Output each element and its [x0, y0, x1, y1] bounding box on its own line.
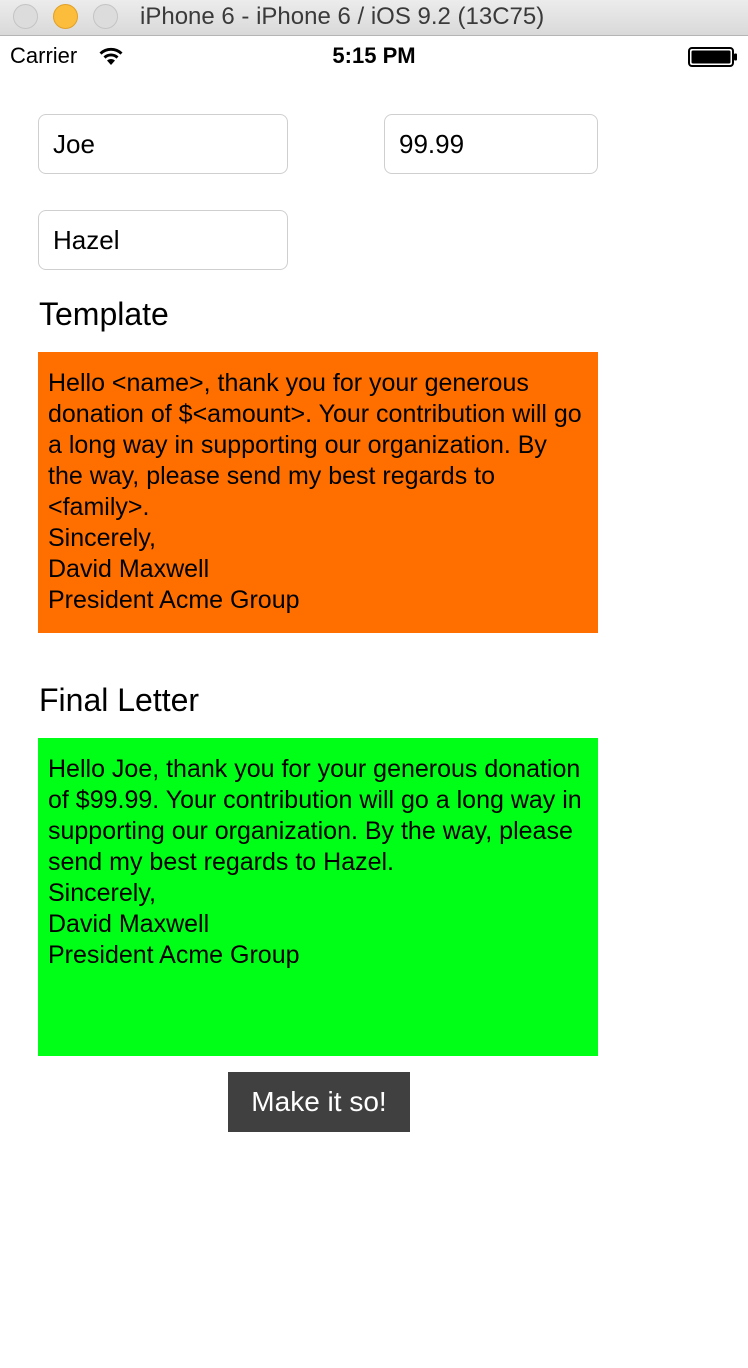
status-bar: Carrier 5:15 PM — [0, 36, 748, 76]
window-title: iPhone 6 - iPhone 6 / iOS 9.2 (13C75) — [140, 3, 545, 30]
make-it-so-button[interactable]: Make it so! — [228, 1072, 410, 1132]
template-heading: Template — [39, 296, 169, 332]
simulator-title-bar: iPhone 6 - iPhone 6 / iOS 9.2 (13C75) — [0, 0, 748, 36]
status-time: 5:15 PM — [332, 43, 416, 68]
battery-icon — [688, 47, 737, 67]
template-text-view[interactable]: Hello <name>, thank you for your generou… — [38, 352, 598, 633]
amount-field[interactable] — [384, 114, 598, 174]
final-letter-text-view[interactable]: Hello Joe, thank you for your generous d… — [38, 738, 598, 1056]
window-zoom-button[interactable] — [93, 4, 118, 29]
name-field[interactable] — [38, 114, 288, 174]
family-field[interactable] — [38, 210, 288, 270]
window-minimize-button[interactable] — [53, 4, 78, 29]
final-letter-heading: Final Letter — [39, 682, 200, 718]
window-close-button[interactable] — [13, 4, 38, 29]
